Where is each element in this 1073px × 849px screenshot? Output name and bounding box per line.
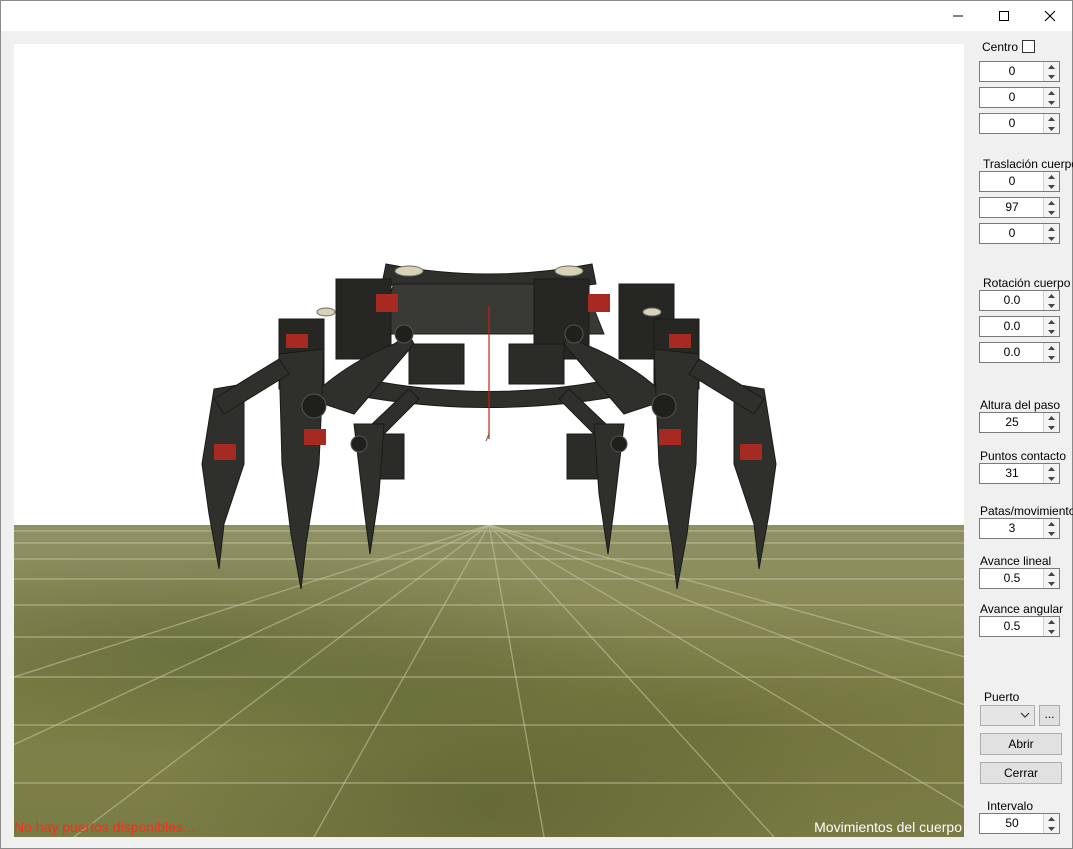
browse-ports-button[interactable]: ... bbox=[1039, 705, 1060, 726]
spin-down-icon[interactable] bbox=[1044, 824, 1059, 833]
spin-down-icon[interactable] bbox=[1044, 234, 1059, 243]
minimize-icon bbox=[953, 15, 963, 17]
app-window: No hay puertos disponibles... Movimiento… bbox=[0, 0, 1073, 849]
close-button[interactable] bbox=[1027, 1, 1073, 31]
puntos-contacto-spinner[interactable]: 31 bbox=[979, 463, 1060, 484]
minimize-button[interactable] bbox=[935, 1, 981, 31]
rotacion-z-spinner[interactable]: 0.0 bbox=[979, 342, 1060, 363]
spin-up-icon[interactable] bbox=[1044, 317, 1059, 326]
avance-lineal-label: Avance lineal bbox=[980, 554, 1052, 568]
spin-down-icon[interactable] bbox=[1044, 72, 1059, 81]
chevron-down-icon bbox=[1020, 712, 1030, 718]
rotacion-z-value[interactable]: 0.0 bbox=[980, 343, 1044, 362]
rotacion-y-value[interactable]: 0.0 bbox=[980, 317, 1044, 336]
spin-up-icon[interactable] bbox=[1044, 519, 1059, 528]
intervalo-spinner[interactable]: 50 bbox=[979, 813, 1060, 834]
centro-z-value[interactable]: 0 bbox=[980, 114, 1044, 133]
altura-paso-value[interactable]: 25 bbox=[980, 413, 1044, 432]
traslacion-x-spinner[interactable]: 0 bbox=[979, 171, 1060, 192]
spin-down-icon[interactable] bbox=[1044, 353, 1059, 362]
cerrar-button[interactable]: Cerrar bbox=[980, 762, 1062, 784]
mode-label: Movimientos del cuerpo bbox=[814, 819, 962, 835]
spin-down-icon[interactable] bbox=[1044, 529, 1059, 538]
rotacion-label: Rotación cuerpo bbox=[983, 276, 1071, 290]
spin-up-icon[interactable] bbox=[1044, 343, 1059, 352]
spin-down-icon[interactable] bbox=[1044, 423, 1059, 432]
avance-angular-label: Avance angular bbox=[980, 602, 1064, 616]
centro-x-value[interactable]: 0 bbox=[980, 62, 1044, 81]
spin-down-icon[interactable] bbox=[1044, 327, 1059, 336]
patas-movimiento-spinner[interactable]: 3 bbox=[979, 518, 1060, 539]
spin-up-icon[interactable] bbox=[1044, 814, 1059, 823]
spin-up-icon[interactable] bbox=[1044, 569, 1059, 578]
rotacion-y-spinner[interactable]: 0.0 bbox=[979, 316, 1060, 337]
hexapod-robot-model bbox=[201, 263, 777, 590]
spin-down-icon[interactable] bbox=[1044, 474, 1059, 483]
spin-down-icon[interactable] bbox=[1044, 301, 1059, 310]
maximize-button[interactable] bbox=[981, 1, 1027, 31]
intervalo-label: Intervalo bbox=[987, 799, 1034, 813]
traslacion-z-value[interactable]: 0 bbox=[980, 224, 1044, 243]
close-icon bbox=[1044, 10, 1056, 22]
traslacion-label: Traslación cuerpo bbox=[983, 157, 1073, 171]
spin-down-icon[interactable] bbox=[1044, 124, 1059, 133]
puerto-label: Puerto bbox=[984, 690, 1020, 704]
spin-up-icon[interactable] bbox=[1044, 114, 1059, 123]
maximize-icon bbox=[999, 11, 1009, 21]
centro-checkbox[interactable] bbox=[1022, 40, 1035, 53]
puntos-contacto-value[interactable]: 31 bbox=[980, 464, 1044, 483]
spin-up-icon[interactable] bbox=[1044, 413, 1059, 422]
status-error-text: No hay puertos disponibles... bbox=[14, 819, 195, 835]
patas-movimiento-label: Patas/movimiento bbox=[980, 504, 1073, 518]
rotacion-x-spinner[interactable]: 0.0 bbox=[979, 290, 1060, 311]
spin-down-icon[interactable] bbox=[1044, 98, 1059, 107]
centro-label: Centro bbox=[982, 40, 1019, 54]
avance-angular-spinner[interactable]: 0.5 bbox=[979, 616, 1060, 637]
spin-up-icon[interactable] bbox=[1044, 224, 1059, 233]
altura-paso-label: Altura del paso bbox=[980, 398, 1061, 412]
spin-down-icon[interactable] bbox=[1044, 627, 1059, 636]
avance-angular-value[interactable]: 0.5 bbox=[980, 617, 1044, 636]
traslacion-y-spinner[interactable]: 97 bbox=[979, 197, 1060, 218]
traslacion-y-value[interactable]: 97 bbox=[980, 198, 1044, 217]
avance-lineal-value[interactable]: 0.5 bbox=[980, 569, 1044, 588]
intervalo-value[interactable]: 50 bbox=[980, 814, 1044, 833]
centro-x-spinner[interactable]: 0 bbox=[979, 61, 1060, 82]
spin-up-icon[interactable] bbox=[1044, 62, 1059, 71]
spin-down-icon[interactable] bbox=[1044, 208, 1059, 217]
traslacion-z-spinner[interactable]: 0 bbox=[979, 223, 1060, 244]
spin-up-icon[interactable] bbox=[1044, 464, 1059, 473]
centro-z-spinner[interactable]: 0 bbox=[979, 113, 1060, 134]
rotacion-x-value[interactable]: 0.0 bbox=[980, 291, 1044, 310]
traslacion-x-value[interactable]: 0 bbox=[980, 172, 1044, 191]
spin-up-icon[interactable] bbox=[1044, 88, 1059, 97]
centro-y-value[interactable]: 0 bbox=[980, 88, 1044, 107]
altura-paso-spinner[interactable]: 25 bbox=[979, 412, 1060, 433]
patas-movimiento-value[interactable]: 3 bbox=[980, 519, 1044, 538]
centro-y-spinner[interactable]: 0 bbox=[979, 87, 1060, 108]
abrir-button[interactable]: Abrir bbox=[980, 733, 1062, 755]
avance-lineal-spinner[interactable]: 0.5 bbox=[979, 568, 1060, 589]
spin-up-icon[interactable] bbox=[1044, 172, 1059, 181]
spin-up-icon[interactable] bbox=[1044, 198, 1059, 207]
spin-down-icon[interactable] bbox=[1044, 579, 1059, 588]
spin-down-icon[interactable] bbox=[1044, 182, 1059, 191]
puerto-combobox[interactable] bbox=[980, 705, 1035, 726]
spin-up-icon[interactable] bbox=[1044, 291, 1059, 300]
puntos-contacto-label: Puntos contacto bbox=[980, 449, 1067, 463]
spin-up-icon[interactable] bbox=[1044, 617, 1059, 626]
title-bar bbox=[1, 1, 1072, 31]
3d-viewport[interactable]: No hay puertos disponibles... Movimiento… bbox=[14, 44, 964, 837]
